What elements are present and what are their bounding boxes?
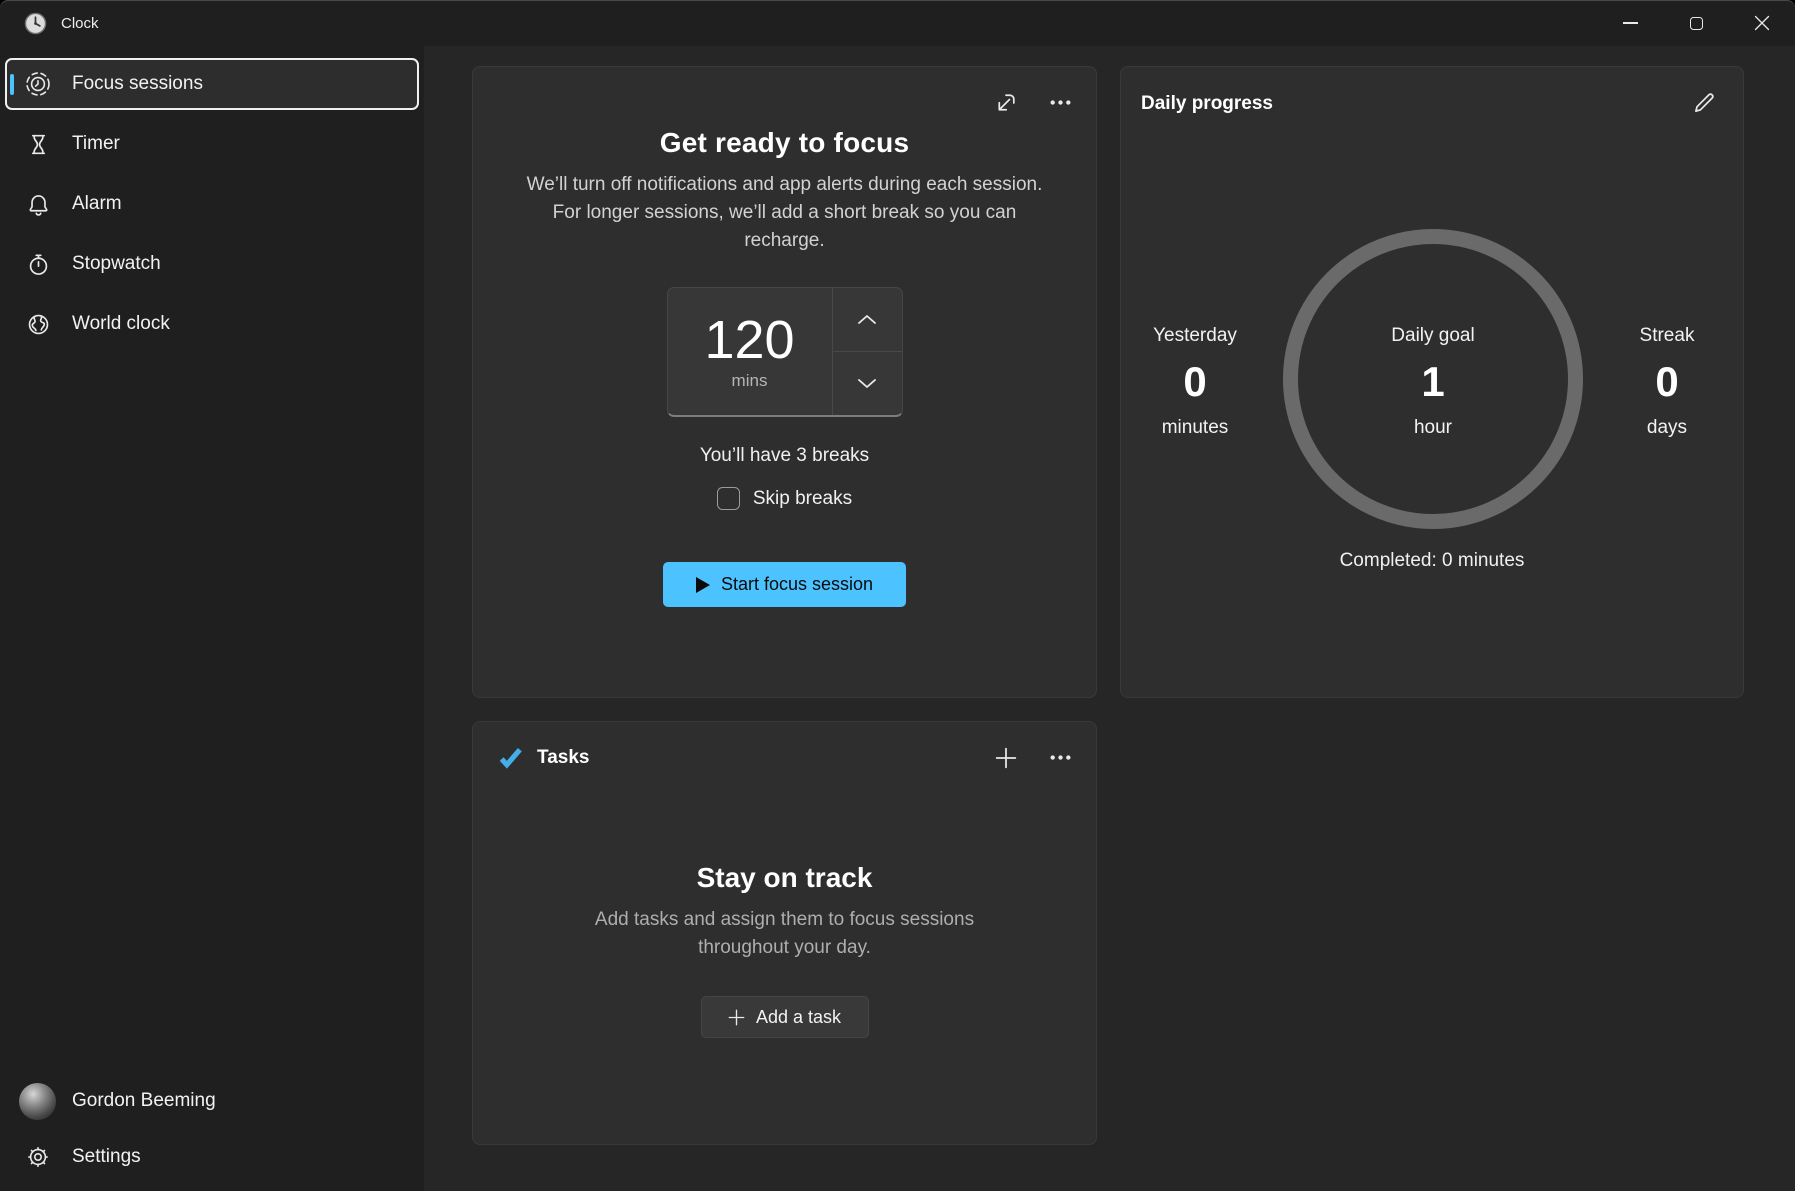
maximize-icon: [1690, 17, 1703, 30]
stat-yesterday: Yesterday 0 minutes: [1120, 323, 1270, 441]
duration-decrease-button[interactable]: [833, 352, 902, 415]
clock-app-icon: [24, 12, 47, 35]
focus-sessions-icon: [25, 71, 51, 97]
window-controls: [1597, 0, 1795, 46]
close-button[interactable]: [1729, 0, 1795, 46]
tasks-check-icon: [497, 744, 524, 771]
duration-increase-button[interactable]: [833, 288, 902, 352]
sidebar-item-alarm[interactable]: Alarm: [5, 178, 419, 230]
skip-breaks-row: Skip breaks: [717, 487, 852, 510]
settings-label: Settings: [72, 1146, 141, 1168]
sidebar-item-settings[interactable]: Settings: [5, 1131, 419, 1183]
window-title: Clock: [61, 15, 99, 32]
sidebar-item-stopwatch[interactable]: Stopwatch: [5, 238, 419, 290]
duration-stepper: 120 mins: [667, 287, 903, 417]
chevron-down-icon: [857, 378, 877, 389]
focus-card-description: We’ll turn off notifications and app ale…: [527, 171, 1043, 255]
gear-icon: [25, 1144, 51, 1170]
minimize-icon: [1623, 22, 1638, 24]
tasks-header: Tasks: [497, 744, 589, 771]
plus-icon: [728, 1009, 745, 1026]
focus-card-title: Get ready to focus: [660, 127, 909, 159]
chevron-up-icon: [857, 314, 877, 325]
edit-goal-button[interactable]: [1690, 89, 1717, 116]
sidebar-item-label: Timer: [72, 133, 120, 155]
skip-breaks-checkbox[interactable]: [717, 487, 740, 510]
sidebar-item-label: World clock: [72, 313, 170, 335]
popout-button[interactable]: [992, 89, 1019, 116]
sidebar-item-focus-sessions[interactable]: Focus sessions: [5, 58, 419, 110]
add-task-plus-button[interactable]: [992, 744, 1019, 771]
selected-accent-pill: [10, 74, 14, 95]
skip-breaks-label: Skip breaks: [753, 488, 852, 510]
start-button-label: Start focus session: [721, 574, 873, 595]
clock-app-window: Clock: [0, 0, 1795, 1191]
completed-text: Completed: 0 minutes: [1121, 550, 1743, 572]
daily-progress-card: Daily progress Yesterday 0 minutes Daily…: [1120, 66, 1744, 698]
tasks-description: Add tasks and assign them to focus sessi…: [595, 906, 974, 962]
start-focus-session-button[interactable]: Start focus session: [663, 562, 906, 607]
globe-icon: [25, 311, 51, 337]
more-options-button[interactable]: [1047, 89, 1074, 116]
maximize-button[interactable]: [1663, 0, 1729, 46]
breaks-info-text: You’ll have 3 breaks: [700, 445, 869, 467]
duration-unit: mins: [732, 371, 768, 391]
sidebar: Focus sessions Timer: [0, 46, 424, 1191]
close-icon: [1754, 15, 1770, 31]
user-avatar: [19, 1083, 56, 1120]
main-content: Get ready to focus We’ll turn off notifi…: [424, 46, 1795, 1191]
tasks-heading: Stay on track: [697, 862, 873, 894]
user-name: Gordon Beeming: [72, 1090, 216, 1112]
sidebar-footer: Gordon Beeming Settings: [0, 1075, 424, 1183]
tasks-card: Tasks Stay on track Add tasks and assign…: [472, 721, 1097, 1145]
titlebar: Clock: [0, 0, 1795, 46]
sidebar-nav: Focus sessions Timer: [0, 46, 424, 350]
play-icon: [696, 577, 710, 593]
stat-streak: Streak 0 days: [1592, 323, 1742, 441]
duration-number: 120: [704, 312, 794, 369]
add-a-task-button[interactable]: Add a task: [701, 996, 869, 1038]
sidebar-item-label: Alarm: [72, 193, 122, 215]
sidebar-item-world-clock[interactable]: World clock: [5, 298, 419, 350]
tasks-title: Tasks: [537, 747, 589, 769]
stopwatch-icon: [25, 251, 51, 277]
daily-progress-title: Daily progress: [1141, 93, 1273, 115]
add-task-label: Add a task: [756, 1007, 841, 1028]
sidebar-item-label: Stopwatch: [72, 253, 161, 275]
plus-icon: [995, 747, 1017, 769]
tasks-more-options-button[interactable]: [1047, 744, 1074, 771]
sidebar-item-label: Focus sessions: [72, 73, 203, 95]
bell-icon: [25, 191, 51, 217]
edit-pencil-icon: [1691, 90, 1717, 116]
duration-value[interactable]: 120 mins: [668, 288, 832, 415]
sidebar-item-timer[interactable]: Timer: [5, 118, 419, 170]
stat-daily-goal: Daily goal 1 hour: [1358, 323, 1508, 441]
focus-setup-card: Get ready to focus We’ll turn off notifi…: [472, 66, 1097, 698]
minimize-button[interactable]: [1597, 0, 1663, 46]
user-account-row[interactable]: Gordon Beeming: [5, 1075, 419, 1127]
hourglass-icon: [25, 131, 51, 157]
